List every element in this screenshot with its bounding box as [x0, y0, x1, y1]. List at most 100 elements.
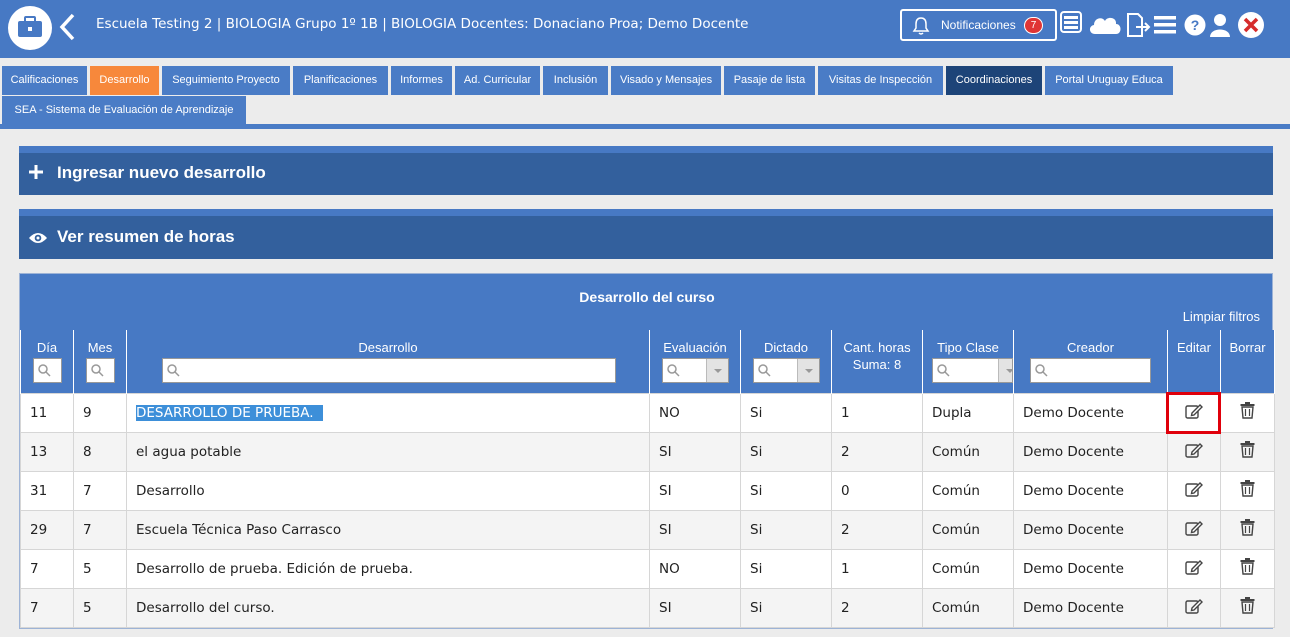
- cell-evaluacion: NO: [649, 392, 741, 433]
- tab-calificaciones[interactable]: Calificaciones: [2, 66, 87, 95]
- cell-horas: 2: [831, 431, 923, 472]
- help-icon[interactable]: ?: [1184, 14, 1206, 40]
- cloud-icon[interactable]: [1087, 12, 1123, 40]
- edit-button[interactable]: [1167, 431, 1221, 472]
- cell-desarrollo: Desarrollo del curso.: [126, 587, 650, 628]
- trash-icon: [1240, 441, 1255, 458]
- filter-dictado-select[interactable]: [753, 358, 820, 383]
- edit-icon: [1185, 598, 1203, 614]
- delete-button[interactable]: [1220, 431, 1275, 472]
- tab-inclusion[interactable]: Inclusión: [543, 66, 608, 95]
- horas-sum: Suma: 8: [852, 357, 902, 372]
- table-row[interactable]: 7 5 Desarrollo del curso. SI Si 2 Común …: [20, 587, 1275, 628]
- search-icon: [38, 364, 51, 377]
- tab-seguimiento-proyecto[interactable]: Seguimiento Proyecto: [162, 66, 290, 95]
- cell-tipo: Común: [922, 431, 1014, 472]
- edit-icon: [1185, 559, 1203, 575]
- cell-tipo: Común: [922, 470, 1014, 511]
- cell-dictado: Si: [740, 431, 832, 472]
- edit-button[interactable]: [1167, 509, 1221, 550]
- delete-button[interactable]: [1220, 587, 1275, 628]
- search-icon: [1035, 364, 1048, 377]
- col-borrar: Borrar: [1220, 330, 1275, 393]
- chevron-down-icon[interactable]: [797, 359, 819, 382]
- col-dia-label: Día: [36, 340, 58, 355]
- cell-horas: 2: [831, 587, 923, 628]
- table-row[interactable]: 11 9 DESARROLLO DE PRUEBA. NO Si 1 Dupla…: [20, 392, 1275, 433]
- hours-summary-panel[interactable]: Ver resumen de horas: [19, 209, 1273, 259]
- bell-icon: [912, 16, 930, 39]
- table-row[interactable]: 31 7 Desarrollo SI Si 0 Común Demo Docen…: [20, 470, 1275, 511]
- chevron-down-icon[interactable]: [998, 359, 1012, 382]
- page-title: Escuela Testing 2 | BIOLOGIA Grupo 1º 1B…: [96, 16, 749, 32]
- filter-desarrollo-input[interactable]: [162, 358, 616, 383]
- filter-mes-input[interactable]: [86, 358, 115, 383]
- clear-filters-link[interactable]: Limpiar filtros: [1183, 309, 1260, 324]
- search-icon: [937, 364, 950, 377]
- briefcase-icon[interactable]: [8, 6, 52, 50]
- cell-creador: Demo Docente: [1013, 392, 1168, 433]
- search-icon: [91, 364, 104, 377]
- delete-button[interactable]: [1220, 392, 1275, 433]
- filter-tipo-select[interactable]: [932, 358, 1013, 383]
- col-editar-label: Editar: [1177, 340, 1211, 355]
- eye-icon: [28, 230, 48, 249]
- tab-visitas-de-inspeccion[interactable]: Visitas de Inspección: [818, 66, 943, 95]
- cell-mes: 7: [73, 509, 127, 550]
- notifications-count-badge: 7: [1024, 17, 1043, 34]
- trash-icon: [1240, 597, 1255, 614]
- col-desarrollo-label: Desarrollo: [358, 340, 418, 355]
- filter-evaluacion-select[interactable]: [662, 358, 729, 383]
- edit-button[interactable]: [1167, 470, 1221, 511]
- desarrollo-table-container: Desarrollo del curso Limpiar filtros Día…: [19, 273, 1275, 629]
- tab-visado-y-mensajes[interactable]: Visado y Mensajes: [611, 66, 721, 95]
- tab-informes[interactable]: Informes: [391, 66, 452, 95]
- tab-sea[interactable]: SEA - Sistema de Evaluación de Aprendiza…: [2, 96, 246, 125]
- tab-underline: [0, 124, 1290, 129]
- cell-evaluacion: SI: [649, 509, 741, 550]
- tab-planificaciones[interactable]: Planificaciones: [293, 66, 388, 95]
- col-borrar-label: Borrar: [1229, 340, 1266, 355]
- notifications-button[interactable]: Notificaciones 7: [900, 9, 1057, 41]
- chevron-down-icon[interactable]: [706, 359, 728, 382]
- col-mes-label: Mes: [87, 340, 113, 355]
- close-icon[interactable]: [1237, 11, 1265, 43]
- tab-coordinaciones[interactable]: Coordinaciones: [946, 66, 1042, 95]
- cell-dictado: Si: [740, 470, 832, 511]
- svg-text:?: ?: [1191, 17, 1200, 33]
- col-tipo-label: Tipo Clase: [937, 340, 999, 355]
- col-creador-label: Creador: [1067, 340, 1114, 355]
- cell-creador: Demo Docente: [1013, 509, 1168, 550]
- cell-creador: Demo Docente: [1013, 548, 1168, 589]
- search-icon: [667, 364, 680, 377]
- user-icon[interactable]: [1210, 13, 1230, 41]
- table-row[interactable]: 29 7 Escuela Técnica Paso Carrasco SI Si…: [20, 509, 1275, 550]
- tab-desarrollo[interactable]: Desarrollo: [90, 66, 159, 95]
- export-file-icon[interactable]: [1125, 12, 1151, 42]
- list-card-icon[interactable]: [1060, 10, 1082, 38]
- edit-button[interactable]: [1167, 548, 1221, 589]
- hamburger-menu-icon[interactable]: [1154, 15, 1176, 39]
- delete-button[interactable]: [1220, 509, 1275, 550]
- cell-desarrollo: DESARROLLO DE PRUEBA.: [126, 392, 650, 433]
- delete-button[interactable]: [1220, 470, 1275, 511]
- cell-dictado: Si: [740, 587, 832, 628]
- delete-button[interactable]: [1220, 548, 1275, 589]
- cell-evaluacion: SI: [649, 587, 741, 628]
- edit-button[interactable]: [1167, 392, 1221, 433]
- edit-button[interactable]: [1167, 587, 1221, 628]
- filter-dia-input[interactable]: [33, 358, 62, 383]
- cell-dia: 29: [20, 509, 74, 550]
- new-desarrollo-panel[interactable]: Ingresar nuevo desarrollo: [19, 146, 1273, 195]
- filter-creador-input[interactable]: [1030, 358, 1151, 383]
- cell-dictado: Si: [740, 392, 832, 433]
- tab-portal-uruguay-educa[interactable]: Portal Uruguay Educa: [1045, 66, 1173, 95]
- tab-ad-curricular[interactable]: Ad. Curricular: [455, 66, 540, 95]
- back-arrow-icon[interactable]: [58, 12, 78, 42]
- plus-icon: [28, 164, 44, 184]
- table-row[interactable]: 13 8 el agua potable SI Si 2 Común Demo …: [20, 431, 1275, 472]
- trash-icon: [1240, 480, 1255, 497]
- table-row[interactable]: 7 5 Desarrollo de prueba. Edición de pru…: [20, 548, 1275, 589]
- cell-horas: 1: [831, 392, 923, 433]
- tab-pasaje-de-lista[interactable]: Pasaje de lista: [724, 66, 815, 95]
